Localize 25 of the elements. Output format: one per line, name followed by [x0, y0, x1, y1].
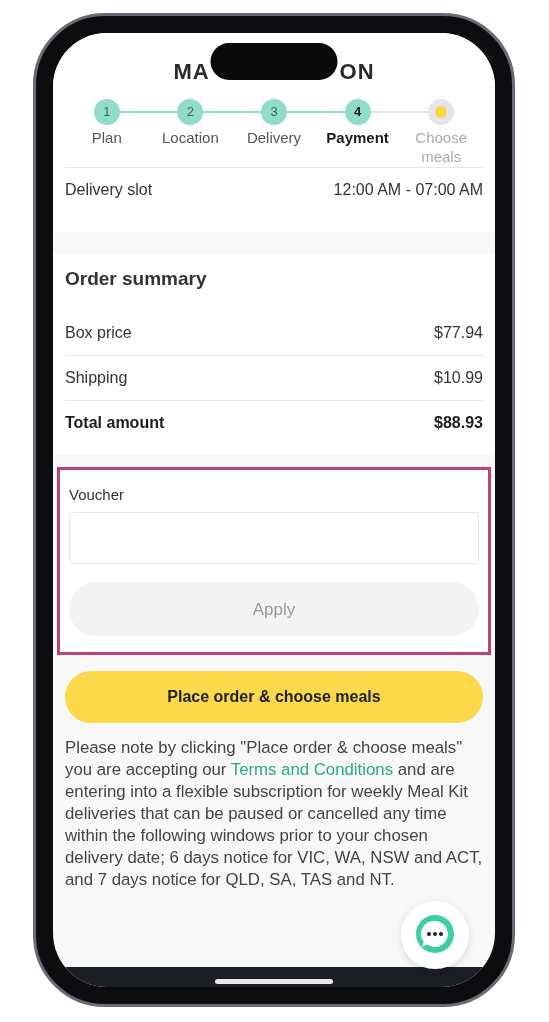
step-circle: 1	[93, 99, 120, 125]
home-indicator[interactable]	[215, 978, 333, 984]
step-label[interactable]: Payment	[326, 129, 389, 167]
step-label[interactable]: Delivery	[246, 129, 302, 167]
row-value: $88.93	[434, 412, 483, 433]
step-label[interactable]: Plan	[91, 129, 122, 167]
row-value: $10.99	[434, 367, 483, 388]
row-label: Box price	[65, 322, 132, 343]
field-label: Voucher	[69, 484, 126, 505]
step-circle: 3	[261, 99, 287, 125]
row-label: Total amount	[65, 412, 165, 433]
row-value: $77.94	[434, 322, 483, 343]
logo-text: ON	[339, 58, 375, 86]
notice-paragraph: Please note by clicking "Place order & choose meals" you are accepting our Terms and Conditions and are entering into a flexible subscription for weekly Meal Kit deliveries that can be paused or cancelled any time within the following windows prior to your chosen delivery date; 6 days notice for VIC, WA, NSW and ACT, and 7 days notice for QLD, SA, TAS and NT.	[64, 737, 484, 892]
logo-text: MA	[173, 58, 210, 86]
step-circle: 4	[344, 99, 371, 125]
field-value: 12:00 AM - 07:00 AM	[333, 180, 483, 200]
step-circle: 2	[177, 99, 204, 125]
chat-button[interactable]	[401, 901, 469, 969]
step-label[interactable]: Location	[162, 129, 219, 167]
place-order-button[interactable]: Place order & choose meals	[65, 671, 483, 724]
voucher-input[interactable]	[69, 512, 479, 565]
row-label: Shipping	[65, 367, 128, 388]
section-title: Order summary	[65, 268, 208, 291]
field-label: Delivery slot	[65, 180, 153, 200]
